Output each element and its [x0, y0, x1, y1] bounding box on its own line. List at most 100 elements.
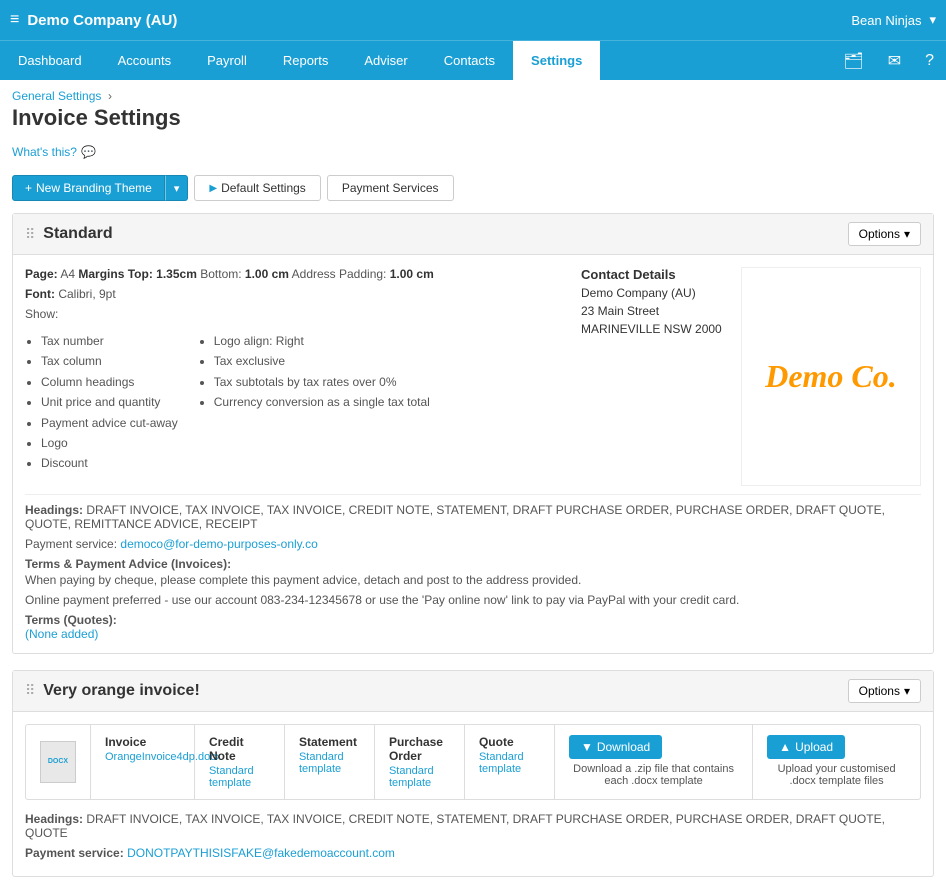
page-content: General Settings › Invoice Settings What…	[0, 80, 946, 883]
contact-label: Contact Details	[581, 267, 725, 282]
purchase-order-label: Purchase Order	[389, 735, 450, 763]
new-branding-theme-button[interactable]: + New Branding Theme	[12, 175, 165, 201]
contact-company: Demo Company (AU)	[581, 284, 725, 302]
docx-icon-cell: DOCX	[26, 725, 91, 799]
nav-accounts[interactable]: Accounts	[100, 41, 189, 80]
show-item: Logo align: Right	[214, 331, 430, 351]
nav-settings[interactable]: Settings	[513, 41, 600, 80]
orange-payment-label: Payment service:	[25, 846, 124, 860]
quote-cell: Quote Standard template	[465, 725, 555, 799]
orange-drag-handle-icon[interactable]: ⠿	[25, 682, 35, 699]
main-nav: Dashboard Accounts Payroll Reports Advis…	[0, 40, 946, 80]
show-item: Tax number	[41, 331, 178, 351]
default-settings-icon: ▶	[209, 183, 217, 194]
orange-payment-link[interactable]: DONOTPAYTHISISFAKE@fakedemoaccount.com	[127, 846, 395, 860]
standard-options-button[interactable]: Options ▾	[848, 222, 921, 246]
orange-header-left: ⠿ Very orange invoice!	[25, 682, 200, 700]
download-button[interactable]: ▼ Download	[569, 735, 662, 759]
orange-options-label: Options	[859, 684, 900, 698]
docx-icon: DOCX	[40, 741, 76, 783]
help-icon[interactable]: ?	[913, 41, 946, 80]
orange-section-body: DOCX Invoice OrangeInvoice4dp.docx Credi…	[13, 712, 933, 876]
online-payment-text: Online payment preferred - use our accou…	[25, 593, 921, 607]
user-chevron-icon: ▾	[929, 12, 936, 28]
terms-invoices-label: Terms & Payment Advice (Invoices):	[25, 557, 921, 571]
standard-section-body: Page: A4 Margins Top: 1.35cm Bottom: 1.0…	[13, 255, 933, 653]
payment-services-label: Payment Services	[342, 181, 439, 195]
headings-row: Headings: DRAFT INVOICE, TAX INVOICE, TA…	[25, 503, 921, 531]
quote-label: Quote	[479, 735, 540, 749]
bottom-val: 1.00 cm	[245, 267, 289, 281]
default-settings-button[interactable]: ▶ Default Settings	[194, 175, 320, 201]
show-list-left: Tax number Tax column Column headings Un…	[41, 331, 178, 474]
hamburger-icon[interactable]: ≡	[10, 11, 19, 29]
action-bar: + New Branding Theme ▾ ▶ Default Setting…	[0, 167, 946, 213]
font-label: Font:	[25, 287, 55, 301]
download-arrow-icon: ▼	[581, 740, 593, 754]
upload-description: Upload your customised .docx template fi…	[767, 763, 906, 787]
options-arrow-icon: ▾	[904, 227, 910, 241]
section-header-left: ⠿ Standard	[25, 225, 113, 243]
user-menu[interactable]: Bean Ninjas ▾	[851, 12, 936, 28]
new-branding-group: + New Branding Theme ▾	[12, 175, 188, 201]
upload-arrow-icon: ▲	[779, 740, 791, 754]
whats-this-icon: 💬	[81, 145, 96, 159]
show-item: Logo	[41, 433, 178, 453]
terms-invoices-text: When paying by cheque, please complete t…	[25, 573, 921, 587]
new-branding-dropdown-button[interactable]: ▾	[165, 175, 189, 201]
nav-icons: 🗂 ✉ ?	[831, 41, 946, 80]
nav-reports[interactable]: Reports	[265, 41, 347, 80]
mail-icon[interactable]: ✉	[876, 41, 913, 80]
new-branding-label: New Branding Theme	[36, 181, 152, 195]
show-item: Tax column	[41, 351, 178, 371]
orange-options-button[interactable]: Options ▾	[848, 679, 921, 703]
download-description: Download a .zip file that contains each …	[569, 763, 738, 787]
logo-area: Demo Co.	[741, 267, 921, 486]
statement-label: Statement	[299, 735, 360, 749]
credit-note-cell: Credit Note Standard template	[195, 725, 285, 799]
upload-button[interactable]: ▲ Upload	[767, 735, 845, 759]
orange-payment-row: Payment service: DONOTPAYTHISISFAKE@fake…	[25, 846, 921, 860]
credit-note-value: Standard template	[209, 765, 270, 789]
show-item: Unit price and quantity	[41, 392, 178, 412]
addr-val: 1.00 cm	[390, 267, 434, 281]
download-cell: ▼ Download Download a .zip file that con…	[555, 725, 753, 799]
purchase-order-cell: Purchase Order Standard template	[375, 725, 465, 799]
invoice-value: OrangeInvoice4dp.docx	[105, 751, 180, 763]
whats-this[interactable]: What's this? 💬	[0, 141, 946, 167]
breadcrumb-parent[interactable]: General Settings	[12, 89, 101, 103]
template-grid: DOCX Invoice OrangeInvoice4dp.docx Credi…	[25, 724, 921, 800]
payment-service-link[interactable]: democo@for-demo-purposes-only.co	[120, 537, 317, 551]
nav-dashboard[interactable]: Dashboard	[0, 41, 100, 80]
breadcrumb: General Settings ›	[0, 80, 946, 105]
upload-cell: ▲ Upload Upload your customised .docx te…	[753, 725, 920, 799]
download-label: Download	[597, 740, 650, 754]
standard-settings-left: Page: A4 Margins Top: 1.35cm Bottom: 1.0…	[25, 267, 561, 486]
top-bar: ≡ Demo Company (AU) Bean Ninjas ▾	[0, 0, 946, 40]
nav-payroll[interactable]: Payroll	[189, 41, 265, 80]
show-list-right: Logo align: Right Tax exclusive Tax subt…	[214, 331, 430, 474]
folder-icon[interactable]: 🗂	[831, 41, 875, 80]
contact-city: MARINEVILLE NSW 2000	[581, 320, 725, 338]
payment-service-row: Payment service: democo@for-demo-purpose…	[25, 537, 921, 551]
font-settings-row: Font: Calibri, 9pt	[25, 287, 561, 301]
standard-right-col: Contact Details Demo Company (AU) 23 Mai…	[581, 267, 921, 486]
default-settings-label: Default Settings	[221, 181, 306, 195]
options-label: Options	[859, 227, 900, 241]
margins-top: 1.35cm	[156, 267, 197, 281]
whats-this-label: What's this?	[12, 145, 77, 159]
show-item: Payment advice cut-away	[41, 413, 178, 433]
font-val: Calibri, 9pt	[58, 287, 115, 301]
drag-handle-icon[interactable]: ⠿	[25, 226, 35, 243]
standard-section-header: ⠿ Standard Options ▾	[13, 214, 933, 255]
quote-value: Standard template	[479, 751, 540, 775]
contact-details: Contact Details Demo Company (AU) 23 Mai…	[581, 267, 725, 486]
headings-text: DRAFT INVOICE, TAX INVOICE, TAX INVOICE,…	[25, 503, 885, 531]
purchase-order-value: Standard template	[389, 765, 450, 789]
show-item: Currency conversion as a single tax tota…	[214, 392, 430, 412]
page-size: A4	[60, 267, 75, 281]
nav-contacts[interactable]: Contacts	[426, 41, 513, 80]
payment-services-button[interactable]: Payment Services	[327, 175, 454, 201]
user-name: Bean Ninjas	[851, 13, 921, 28]
nav-adviser[interactable]: Adviser	[346, 41, 425, 80]
